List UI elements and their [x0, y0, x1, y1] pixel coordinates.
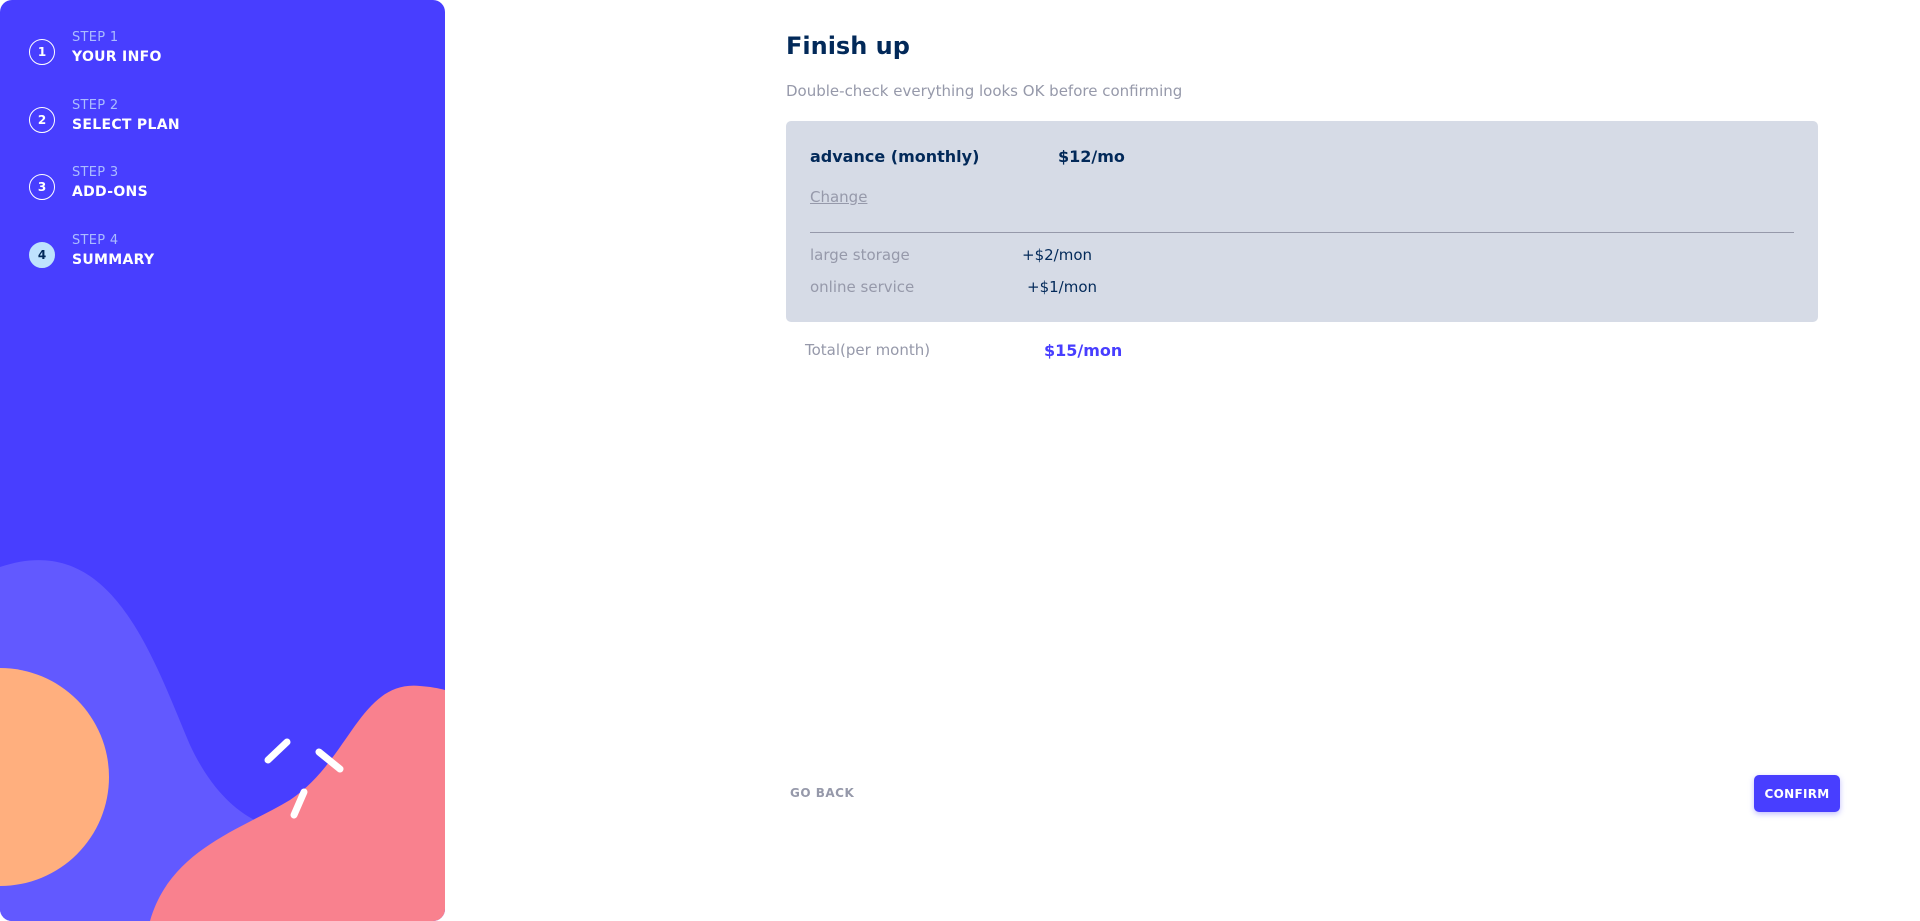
summary-box: advance (monthly) $12/mo Change large st…	[786, 121, 1818, 322]
step-label: STEP 4	[72, 233, 119, 248]
step-number: 1	[29, 39, 55, 65]
step-number: 2	[29, 107, 55, 133]
step-number: 3	[29, 174, 55, 200]
addon-price: +$1/mon	[1027, 278, 1098, 296]
change-plan-link[interactable]: Change	[810, 188, 867, 206]
addon-name: large storage	[810, 246, 910, 264]
step-title: YOUR INFO	[72, 49, 162, 65]
step-label: STEP 1	[72, 30, 119, 45]
plan-name: advance (monthly)	[810, 147, 980, 166]
plan-price: $12/mo	[1058, 147, 1125, 166]
go-back-button[interactable]: GO BACK	[790, 786, 854, 800]
step-label: STEP 3	[72, 165, 119, 180]
summary-divider	[810, 232, 1794, 233]
total-price: $15/mon	[1044, 341, 1123, 360]
addon-price: +$2/mon	[1022, 246, 1093, 264]
step-title: SUMMARY	[72, 252, 155, 268]
step-title: ADD-ONS	[72, 184, 148, 200]
sidebar: 1 STEP 1 YOUR INFO 2 STEP 2 SELECT PLAN …	[0, 0, 445, 921]
page-subtitle: Double-check everything looks OK before …	[786, 82, 1183, 100]
total-label: Total(per month)	[805, 341, 931, 359]
decoration-dash	[264, 738, 291, 764]
sidebar-decoration	[0, 560, 445, 921]
step-number: 4	[29, 242, 55, 268]
step-title: SELECT PLAN	[72, 117, 180, 133]
confirm-button[interactable]: CONFIRM	[1754, 775, 1840, 812]
addon-name: online service	[810, 278, 915, 296]
step-label: STEP 2	[72, 98, 119, 113]
page-title: Finish up	[786, 32, 910, 60]
